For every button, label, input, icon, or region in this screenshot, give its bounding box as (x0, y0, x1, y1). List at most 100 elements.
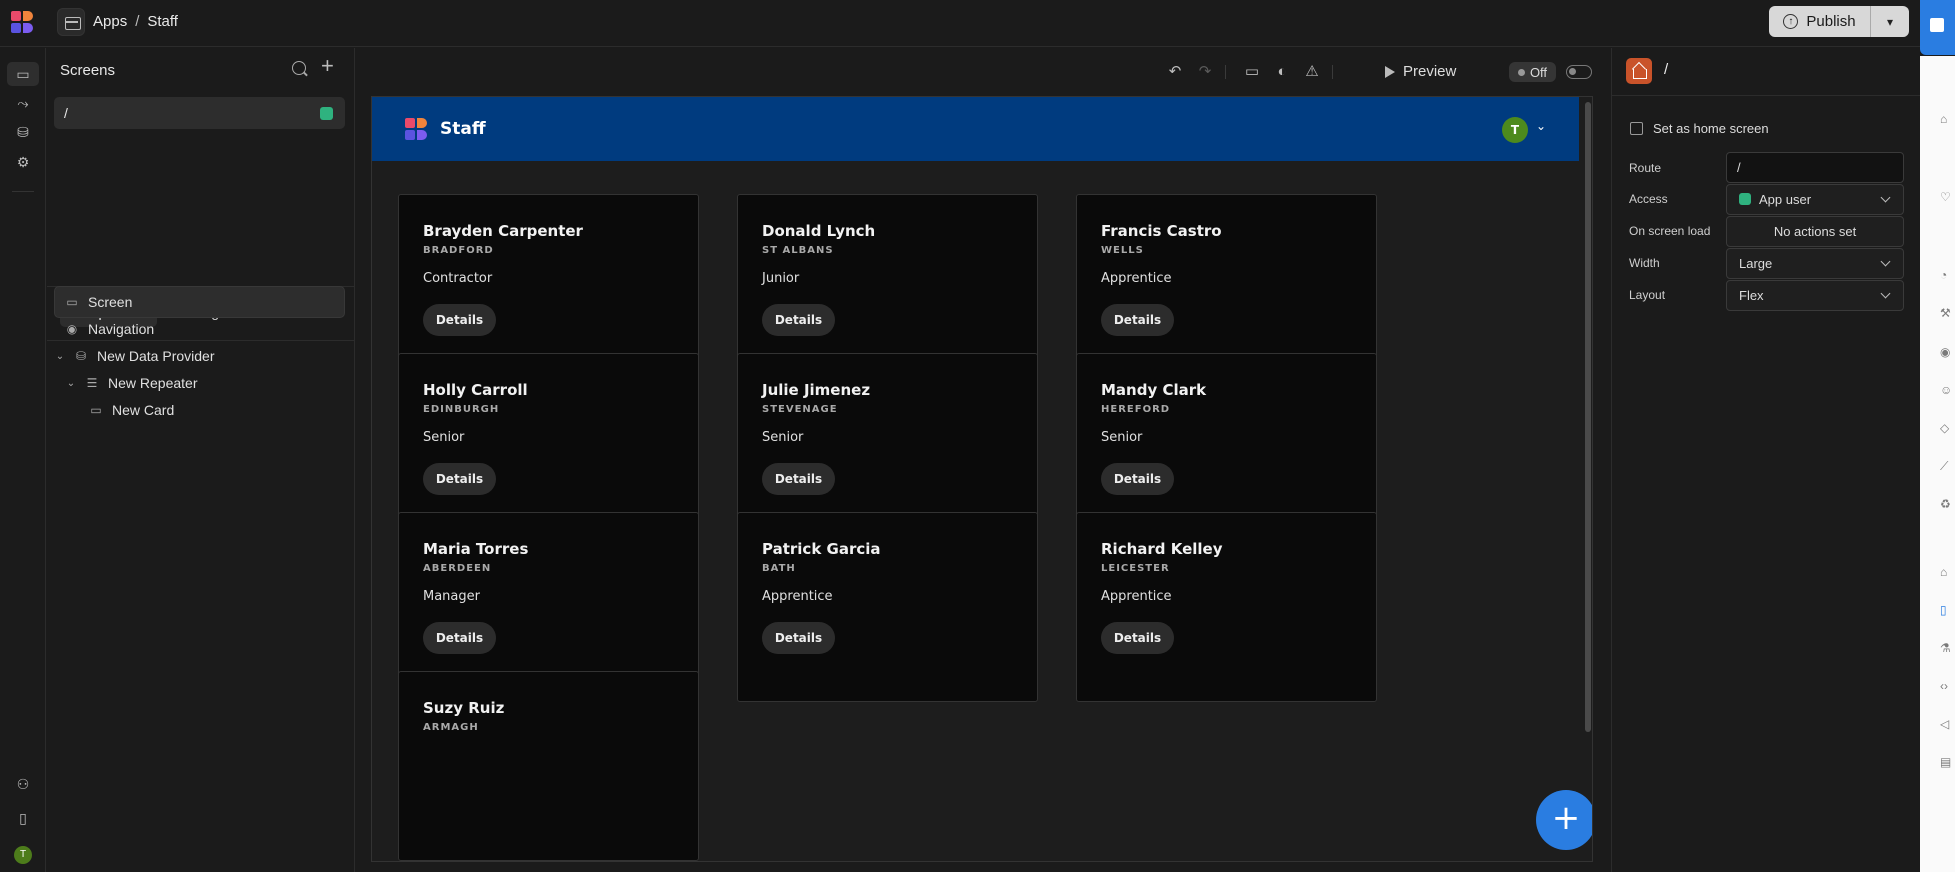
chevron-down-icon[interactable]: ⌄ (66, 378, 76, 389)
chart-line-icon[interactable]: ⟋ (1940, 460, 1955, 472)
layout-value: Flex (1739, 288, 1764, 303)
heart-icon[interactable]: ♡ (1940, 191, 1955, 203)
tree-item-card[interactable]: ▭ New Card (88, 394, 174, 426)
access-select[interactable]: App user (1726, 184, 1904, 215)
help-panel-tab[interactable] (1920, 0, 1955, 55)
flask-icon[interactable]: ⚗ (1940, 642, 1955, 654)
search-icon[interactable] (292, 61, 306, 75)
staff-role: Contractor (423, 271, 493, 286)
details-button[interactable]: Details (762, 304, 835, 336)
theme-palette-icon[interactable]: ◐ (1273, 63, 1291, 81)
undo-icon[interactable]: ↶ (1166, 63, 1184, 81)
chevron-down-icon[interactable]: ⌄ (55, 351, 65, 362)
database-icon: ⛁ (75, 349, 87, 363)
details-button[interactable]: Details (762, 463, 835, 495)
home-icon[interactable]: ⌂ (1940, 566, 1955, 578)
home-screen-checkbox[interactable] (1630, 122, 1643, 135)
publish-label: Publish (1806, 13, 1856, 30)
app-navigation-bar: Staff T ⌄ (372, 97, 1579, 161)
details-button[interactable]: Details (762, 622, 835, 654)
scrollbar[interactable] (1585, 102, 1591, 732)
staff-role: Manager (423, 589, 480, 604)
onload-actions-button[interactable]: No actions set (1726, 216, 1904, 247)
code-icon[interactable]: ‹› (1940, 680, 1955, 692)
access-color-dot (1739, 193, 1751, 205)
book-icon[interactable]: ▯ (1940, 604, 1955, 616)
breadcrumb-apps[interactable]: Apps (93, 13, 127, 30)
help-side-rail: ⌂ ♡ ◔ ⚒ ◉ ☺ ◇ ⟋ ♻ ⌂ ▯ ⚗ ‹› ◁ ▤ (1920, 56, 1955, 872)
tree-item-label: Screen (88, 294, 133, 310)
app-switcher-icon[interactable] (57, 8, 85, 36)
chevron-down-icon[interactable]: ⌄ (1536, 119, 1546, 133)
staff-card: Patrick Garcia BATH Apprentice Details (737, 512, 1038, 702)
add-component-button[interactable]: + (1536, 790, 1592, 850)
budibase-logo-icon[interactable] (10, 10, 34, 34)
details-button[interactable]: Details (423, 463, 496, 495)
screen-list-item[interactable]: / (54, 97, 345, 129)
staff-role: Senior (423, 430, 465, 445)
publish-options-chevron-icon[interactable]: ▾ (1871, 6, 1909, 37)
user-avatar[interactable]: T (14, 846, 32, 864)
staff-role: Junior (762, 271, 800, 286)
docs-book-icon[interactable]: ▯ (14, 810, 32, 826)
details-button[interactable]: Details (1101, 304, 1174, 336)
breadcrumb-app-name[interactable]: Staff (147, 13, 178, 30)
route-input[interactable]: / (1726, 152, 1904, 183)
details-button[interactable]: Details (423, 304, 496, 336)
settings-gear-icon[interactable]: ⚙ (14, 154, 32, 170)
chart-pie-icon[interactable]: ◔ (1940, 269, 1955, 281)
redo-icon[interactable]: ↷ (1196, 63, 1214, 81)
wrench-icon[interactable]: ⚒ (1940, 307, 1955, 319)
app-user-avatar[interactable]: T (1502, 117, 1528, 143)
chevron-down-icon (1880, 256, 1891, 267)
robot-icon[interactable]: ☺ (1940, 384, 1955, 396)
app-title: Staff (440, 119, 486, 139)
warning-icon[interactable]: ⚠ (1303, 63, 1321, 81)
panel-divider (1612, 95, 1920, 96)
staff-city: WELLS (1101, 245, 1144, 256)
upload-icon: ↑ (1783, 14, 1799, 29)
publish-button[interactable]: ↑ Publish (1769, 6, 1871, 37)
toolbar-divider (1225, 65, 1226, 79)
recycle-icon[interactable]: ♻ (1940, 498, 1955, 510)
layout-label: Layout (1629, 288, 1666, 302)
home-screen-checkbox-row[interactable]: Set as home screen (1630, 121, 1769, 136)
automation-icon[interactable]: ⤳ (14, 95, 32, 111)
details-button[interactable]: Details (423, 622, 496, 654)
toggle-switch[interactable] (1566, 65, 1592, 79)
width-label: Width (1629, 256, 1660, 270)
details-button[interactable]: Details (1101, 463, 1174, 495)
staff-role: Apprentice (1101, 589, 1172, 604)
document-icon[interactable]: ▤ (1940, 756, 1955, 768)
tree-item-label: New Card (112, 402, 175, 418)
layout-select[interactable]: Flex (1726, 280, 1904, 311)
status-label: Off (1529, 64, 1548, 80)
home-icon (1626, 58, 1652, 84)
canvas-area: ↶ ↷ ▭ ◐ ⚠ Preview Off Staff T ⌄ Brayden … (356, 48, 1610, 872)
staff-city: BATH (762, 563, 796, 574)
home-icon[interactable]: ⌂ (1940, 113, 1955, 125)
device-preview-icon[interactable]: ▭ (1243, 63, 1261, 81)
tag-icon[interactable]: ◇ (1940, 422, 1955, 434)
add-user-icon[interactable]: ⚇ (14, 776, 32, 792)
list-icon: ☰ (86, 376, 98, 390)
route-label: Route (1629, 161, 1662, 175)
book-icon (1930, 18, 1944, 32)
staff-name: Holly Carroll (423, 381, 528, 399)
add-screen-icon[interactable]: + (321, 55, 334, 77)
staff-city: ABERDEEN (423, 563, 492, 574)
design-screens-icon[interactable]: ▭ (14, 66, 32, 82)
megaphone-icon[interactable]: ◁ (1940, 718, 1955, 730)
settings-title: / (1664, 61, 1669, 78)
screen-settings-panel: / Set as home screen Route / Access App … (1611, 48, 1920, 872)
data-database-icon[interactable]: ⛁ (14, 124, 32, 140)
staff-city: ST ALBANS (762, 245, 834, 256)
preview-button[interactable]: Preview (1385, 63, 1456, 80)
eye-icon[interactable]: ◉ (1940, 346, 1955, 358)
top-bar: Apps / Staff ↑ Publish ▾ (0, 0, 1920, 47)
width-value: Large (1739, 256, 1773, 271)
details-button[interactable]: Details (1101, 622, 1174, 654)
width-select[interactable]: Large (1726, 248, 1904, 279)
staff-name: Francis Castro (1101, 222, 1222, 240)
staff-name: Donald Lynch (762, 222, 876, 240)
